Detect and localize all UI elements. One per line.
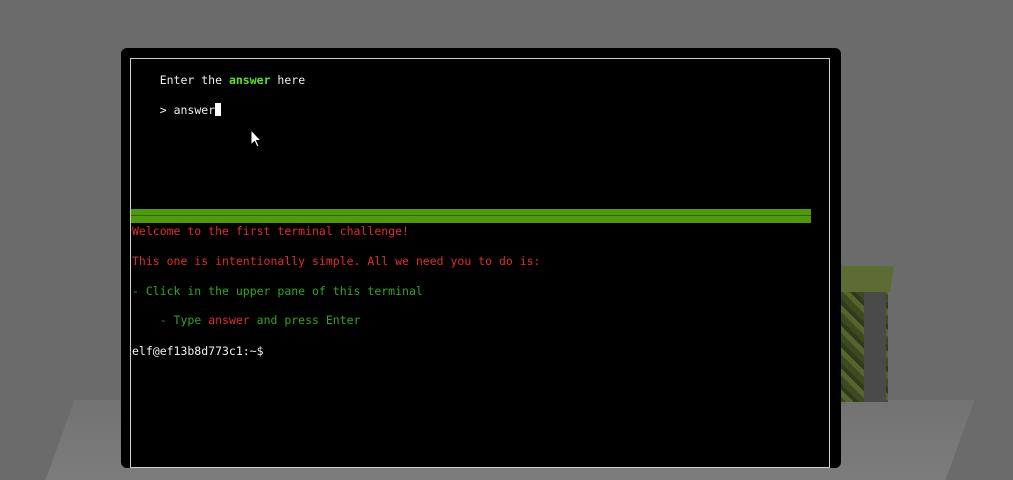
- terminal-window[interactable]: Enter the answer here > answer Welcome t…: [121, 48, 841, 468]
- prompt-text-after: here: [270, 73, 306, 87]
- text-cursor: [215, 103, 222, 116]
- step2-before: - Type: [159, 313, 209, 327]
- answer-input[interactable]: answer: [174, 103, 216, 117]
- input-prefix: >: [159, 103, 174, 117]
- mouse-pointer-icon: [250, 129, 263, 148]
- scene-stone-block-top: [836, 266, 894, 292]
- prompt-text-highlight: answer: [228, 73, 271, 87]
- shell-prompt[interactable]: elf@ef13b8d773c1:~$: [132, 344, 264, 358]
- upper-pane-input[interactable]: > answer: [132, 89, 222, 131]
- instruction-step-1: - Click in the upper pane of this termin…: [132, 284, 423, 298]
- intro-message: This one is intentionally simple. All we…: [132, 254, 541, 268]
- welcome-message: Welcome to the first terminal challenge!: [132, 224, 409, 238]
- scene-stone-block-side: [864, 292, 886, 402]
- prompt-text-before: Enter the: [159, 73, 229, 87]
- instruction-step-2: - Type answer and press Enter: [132, 299, 361, 341]
- step2-after: and press Enter: [249, 313, 361, 327]
- pane-divider-line: [131, 215, 811, 216]
- pane-divider: [131, 209, 811, 223]
- step2-highlight: answer: [208, 313, 250, 327]
